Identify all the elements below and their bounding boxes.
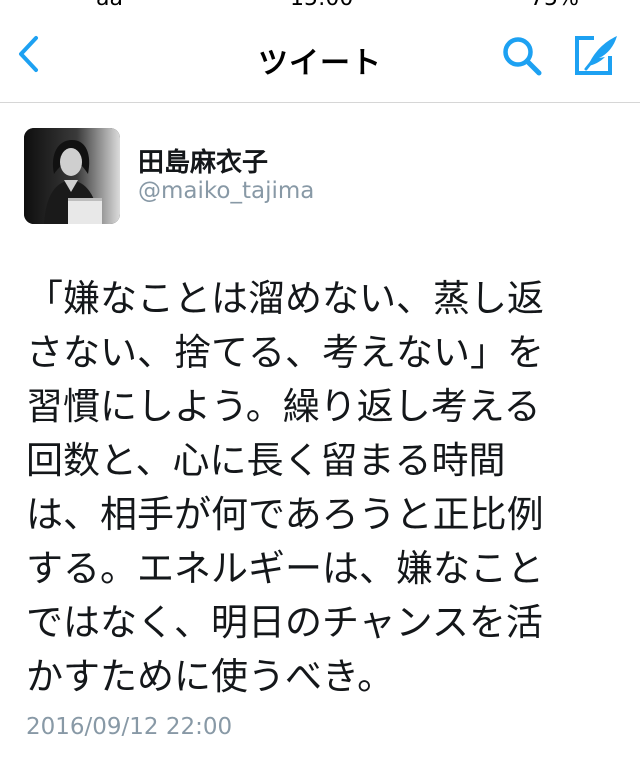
tweet-text-line: 「嫌なことは溜めない、蒸し返	[26, 277, 544, 320]
carrier-label: aa	[96, 0, 123, 8]
tweet-text: 「嫌なことは溜めない、蒸し返 さない、捨てる、考えない」を 習慣にしよう。繰り返…	[26, 272, 616, 704]
tweet-text-line: 習慣にしよう。繰り返し考える	[26, 385, 541, 428]
profile-photo	[24, 128, 120, 224]
tweet-text-line: 回数と、心に長く留まる時間	[26, 439, 506, 482]
tweet-text-line: は、相手が何であろうと正比例	[26, 493, 544, 536]
navigation-bar: ツイート	[0, 8, 640, 103]
author-name[interactable]: 田島麻衣子	[138, 142, 268, 179]
compose-tweet-icon	[575, 36, 617, 75]
author-handle[interactable]: @maiko_tajima	[138, 178, 314, 204]
tweet-text-line: する。エネルギーは、嫌なこと	[26, 547, 544, 590]
tweet-text-line: さない、捨てる、考えない」を	[26, 331, 544, 374]
tweet-text-line: ではなく、明日のチャンスを活	[26, 601, 543, 644]
tweet-timestamp: 2016/09/12 22:00	[26, 714, 233, 740]
tweet-text-line: かすために使うべき。	[26, 655, 395, 698]
battery-percent: 75%	[530, 0, 579, 8]
avatar[interactable]	[24, 128, 120, 224]
search-icon	[503, 37, 542, 76]
compose-tweet-button[interactable]	[570, 30, 622, 80]
status-bar: aa 15:00 75%	[0, 0, 640, 8]
status-time: 15:00	[290, 0, 353, 8]
search-button[interactable]	[498, 32, 546, 80]
